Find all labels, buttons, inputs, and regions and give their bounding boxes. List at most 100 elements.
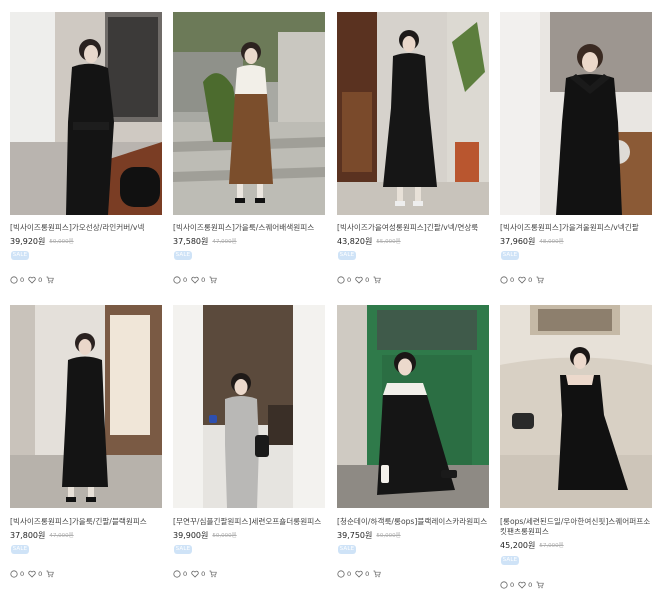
comment-icon — [500, 276, 508, 284]
like-button[interactable]: 0 — [191, 569, 205, 579]
price-row: 45,200원 57,000원 — [500, 541, 564, 551]
like-count: 0 — [201, 570, 206, 578]
price-row: 39,900원 50,000원 — [173, 531, 237, 541]
original-price: 50,000원 — [49, 239, 74, 245]
product-title[interactable]: [빅사이즈롱원피스]가오선상/라인커버/v넥 — [10, 223, 162, 233]
like-count: 0 — [528, 276, 533, 284]
product-photo[interactable] — [500, 12, 652, 215]
comment-icon — [500, 581, 508, 589]
comment-button[interactable]: 0 — [337, 275, 351, 285]
comment-button[interactable]: 0 — [173, 275, 187, 285]
product-photo[interactable] — [500, 305, 652, 508]
like-button[interactable]: 0 — [191, 275, 205, 285]
like-count: 0 — [38, 276, 43, 284]
sale-badge: SALE — [11, 545, 29, 554]
heart-icon — [191, 276, 199, 284]
comment-button[interactable]: 0 — [10, 275, 24, 285]
cart-button[interactable] — [373, 570, 382, 578]
product-photo[interactable] — [337, 305, 489, 508]
comment-icon — [10, 570, 18, 578]
comment-count: 0 — [20, 570, 25, 578]
product-title[interactable]: [롱ops/세련된드일/우아한여신핏]스퀘어퍼프소킷팬츠롱원피스 — [500, 517, 652, 537]
sale-price: 43,820원 — [337, 237, 373, 246]
action-row: 0 0 — [500, 275, 546, 285]
action-row: 0 0 — [173, 569, 219, 579]
sale-price: 45,200원 — [500, 541, 536, 550]
cart-icon — [209, 276, 218, 284]
product-image — [337, 305, 489, 508]
original-price: 48,000원 — [539, 239, 564, 245]
heart-icon — [355, 570, 363, 578]
cart-icon — [373, 570, 382, 578]
comment-count: 0 — [347, 276, 352, 284]
product-title[interactable]: [빅사이즈롱원피스]가을룩/스퀘어배색원피스 — [173, 223, 325, 233]
product-title[interactable]: [청순데이/하객룩/롱ops]블랙레이스카라원피스 — [337, 517, 489, 527]
cart-button[interactable] — [209, 276, 218, 284]
price-row: 37,800원 47,000원 — [10, 531, 74, 541]
like-count: 0 — [365, 570, 370, 578]
comment-icon — [10, 276, 18, 284]
product-photo[interactable] — [173, 305, 325, 508]
product-image — [173, 12, 325, 215]
heart-icon — [28, 570, 36, 578]
like-count: 0 — [38, 570, 43, 578]
product-image — [500, 305, 652, 508]
sale-badge: SALE — [174, 545, 192, 554]
cart-button[interactable] — [46, 570, 55, 578]
cart-button[interactable] — [536, 276, 545, 284]
sale-badge: SALE — [501, 556, 519, 565]
product-image — [173, 305, 325, 508]
original-price: 50,000원 — [212, 533, 237, 539]
cart-button[interactable] — [46, 276, 55, 284]
sale-price: 39,750원 — [337, 531, 373, 540]
comment-icon — [337, 276, 345, 284]
sale-price: 37,580원 — [173, 237, 209, 246]
cart-icon — [46, 276, 55, 284]
product-photo[interactable] — [337, 12, 489, 215]
product-image — [337, 12, 489, 215]
action-row: 0 0 — [10, 275, 56, 285]
cart-button[interactable] — [373, 276, 382, 284]
price-row: 43,820원 55,000원 — [337, 237, 401, 247]
comment-button[interactable]: 0 — [337, 569, 351, 579]
comment-button[interactable]: 0 — [173, 569, 187, 579]
like-button[interactable]: 0 — [28, 275, 42, 285]
cart-icon — [536, 581, 545, 589]
action-row: 0 0 — [337, 275, 383, 285]
comment-count: 0 — [510, 276, 515, 284]
product-title[interactable]: [빅사이즈가을여성롱원피스]긴팔/v넥/연상룩 — [337, 223, 489, 233]
cart-icon — [209, 570, 218, 578]
cart-icon — [46, 570, 55, 578]
sale-price: 37,960원 — [500, 237, 536, 246]
cart-button[interactable] — [209, 570, 218, 578]
like-button[interactable]: 0 — [355, 275, 369, 285]
like-button[interactable]: 0 — [355, 569, 369, 579]
heart-icon — [355, 276, 363, 284]
sale-price: 37,800원 — [10, 531, 46, 540]
product-image — [10, 12, 162, 215]
product-photo[interactable] — [173, 12, 325, 215]
product-title[interactable]: [빅사이즈롱원피스]가을룩/긴팔/블랙원피스 — [10, 517, 162, 527]
comment-count: 0 — [347, 570, 352, 578]
original-price: 57,000원 — [539, 543, 564, 549]
price-row: 39,750원 50,000원 — [337, 531, 401, 541]
comment-button[interactable]: 0 — [10, 569, 24, 579]
product-photo[interactable] — [10, 305, 162, 508]
sale-price: 39,900원 — [173, 531, 209, 540]
cart-button[interactable] — [536, 581, 545, 589]
like-button[interactable]: 0 — [28, 569, 42, 579]
product-title[interactable]: [빅사이즈롱원피스]가을겨울원피스/v넥긴팔 — [500, 223, 652, 233]
comment-button[interactable]: 0 — [500, 275, 514, 285]
action-row: 0 0 — [10, 569, 56, 579]
heart-icon — [518, 581, 526, 589]
sale-badge: SALE — [501, 251, 519, 260]
product-title[interactable]: [무연꾸/심플긴팔원피스]세련오프숄더롱원피스 — [173, 517, 325, 527]
heart-icon — [191, 570, 199, 578]
comment-icon — [173, 276, 181, 284]
product-grid: [빅사이즈롱원피스]가오선상/라인커버/v넥 39,920원 50,000원 SA… — [0, 0, 661, 589]
sale-price: 39,920원 — [10, 237, 46, 246]
original-price: 50,000원 — [376, 533, 401, 539]
product-photo[interactable] — [10, 12, 162, 215]
product-image — [10, 305, 162, 508]
like-button[interactable]: 0 — [518, 275, 532, 285]
